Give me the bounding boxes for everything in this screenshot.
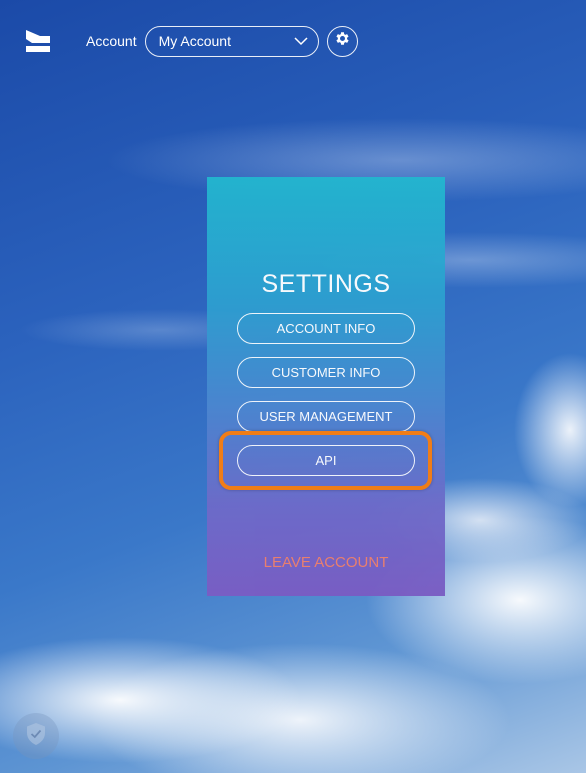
customer-info-button[interactable]: CUSTOMER INFO [237,357,415,388]
gear-icon [334,30,351,52]
account-select-value: My Account [158,33,231,49]
chevron-down-icon [294,33,308,49]
account-info-button[interactable]: ACCOUNT INFO [237,313,415,344]
api-highlight-outline [219,431,432,490]
settings-panel: SETTINGS ACCOUNT INFO CUSTOMER INFO USER… [207,177,445,596]
leave-account-link[interactable]: LEAVE ACCOUNT [207,554,445,571]
account-label: Account [86,33,137,49]
settings-button[interactable] [326,25,358,57]
settings-title: SETTINGS [261,270,391,298]
top-bar: Account My Account [24,24,358,58]
privacy-shield-button[interactable] [13,713,59,759]
app-logo[interactable] [24,27,52,55]
user-management-button[interactable]: USER MANAGEMENT [237,401,415,432]
account-select[interactable]: My Account [144,25,319,57]
shield-check-icon [25,722,47,751]
